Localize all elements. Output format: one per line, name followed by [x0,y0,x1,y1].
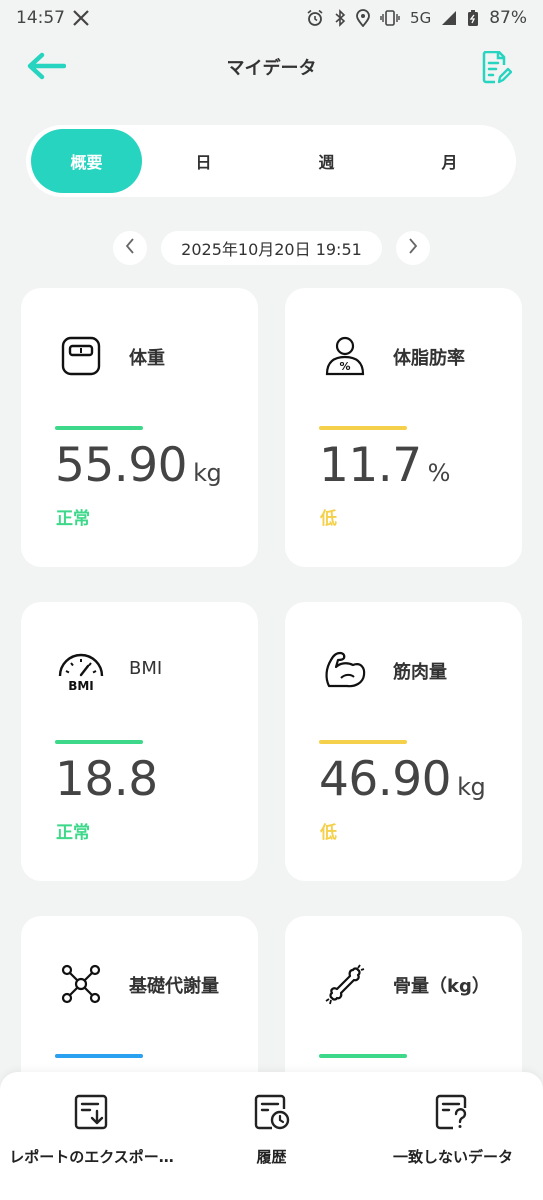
tab-day[interactable]: 日 [142,129,265,193]
chevron-right-icon [408,238,418,258]
card-status: 低 [320,823,337,843]
card-value: 18.8 [55,752,158,807]
card-label: BMI [129,658,163,679]
date-display[interactable]: 2025年10月20日 19:51 [161,231,382,265]
status-time: 14:57 [16,8,65,28]
status-bar-indicator [319,740,407,744]
weight-card[interactable]: 体重 55.90 kg 正常 [21,288,258,567]
tab-week[interactable]: 週 [265,129,388,193]
card-label: 骨量（kg） [393,976,490,997]
bmi-card[interactable]: BMI BMI 18.8 正常 [21,602,258,881]
svg-text:%: % [339,360,350,373]
body-fat-icon: % [317,328,373,384]
status-bar-indicator [319,426,407,430]
export-download-icon [74,1094,110,1134]
status-bar: 14:57 5G 87% [0,0,543,36]
question-document-icon [435,1094,471,1134]
tab-overview[interactable]: 概要 [31,129,142,193]
location-icon [356,9,370,27]
status-right: 5G 87% [306,8,527,28]
bluetooth-icon [334,9,346,27]
history-button[interactable]: 履歴 [220,1094,323,1167]
card-status: 低 [320,509,337,529]
header: マイデータ [0,40,543,96]
vibrate-icon [380,10,400,26]
muscle-card[interactable]: 筋肉量 46.90 kg 低 [285,602,522,881]
export-label: レポートのエクスポー… [9,1148,174,1166]
card-unit: kg [457,773,486,801]
bmi-gauge-icon: BMI [53,642,109,698]
chevron-left-icon [125,238,135,258]
card-unit: % [427,459,451,487]
mismatched-data-button[interactable]: 一致しないデータ [382,1094,524,1167]
document-edit-icon [482,50,513,89]
card-value: 11.7% [319,438,450,493]
previous-date-button[interactable] [113,231,148,265]
svg-text:BMI: BMI [68,679,94,692]
card-label: 基礎代謝量 [129,976,219,997]
mismatch-label: 一致しないデータ [392,1148,513,1166]
export-report-button[interactable]: レポートのエクスポー… [0,1094,183,1167]
period-tabs: 概要 日 週 月 [26,125,516,197]
battery-percent: 87% [489,8,527,28]
card-label: 筋肉量 [393,662,447,683]
scale-icon [53,328,109,384]
battery-icon [467,9,479,27]
tab-month[interactable]: 月 [388,129,511,193]
x-app-icon [73,10,89,26]
card-unit: kg [193,459,222,487]
next-date-button[interactable] [395,231,430,265]
status-bar-indicator [319,1054,407,1058]
metabolism-molecule-icon [53,956,109,1012]
card-value: 55.90 kg [55,438,222,493]
card-status: 正常 [56,509,90,529]
alarm-icon [306,9,324,27]
report-edit-button[interactable] [479,50,515,90]
body-fat-card[interactable]: % 体脂肪率 11.7% 低 [285,288,522,567]
status-bar-indicator [55,426,143,430]
card-status: 正常 [56,823,90,843]
signal-icon [441,10,457,26]
status-bar-indicator [55,1054,143,1058]
bone-icon [317,956,373,1012]
history-label: 履歴 [256,1148,287,1166]
status-bar-indicator [55,740,143,744]
card-value: 46.90 kg [319,752,486,807]
network-label: 5G [410,9,432,27]
date-selector: 2025年10月20日 19:51 [0,230,543,266]
muscle-arm-icon [317,642,373,698]
card-label: 体脂肪率 [393,348,465,369]
history-clock-icon [254,1094,290,1134]
status-left: 14:57 [16,8,89,28]
bottom-action-bar: レポートのエクスポー… 履歴 一致しないデータ [0,1072,543,1200]
card-label: 体重 [129,348,165,369]
page-title: マイデータ [226,58,317,79]
